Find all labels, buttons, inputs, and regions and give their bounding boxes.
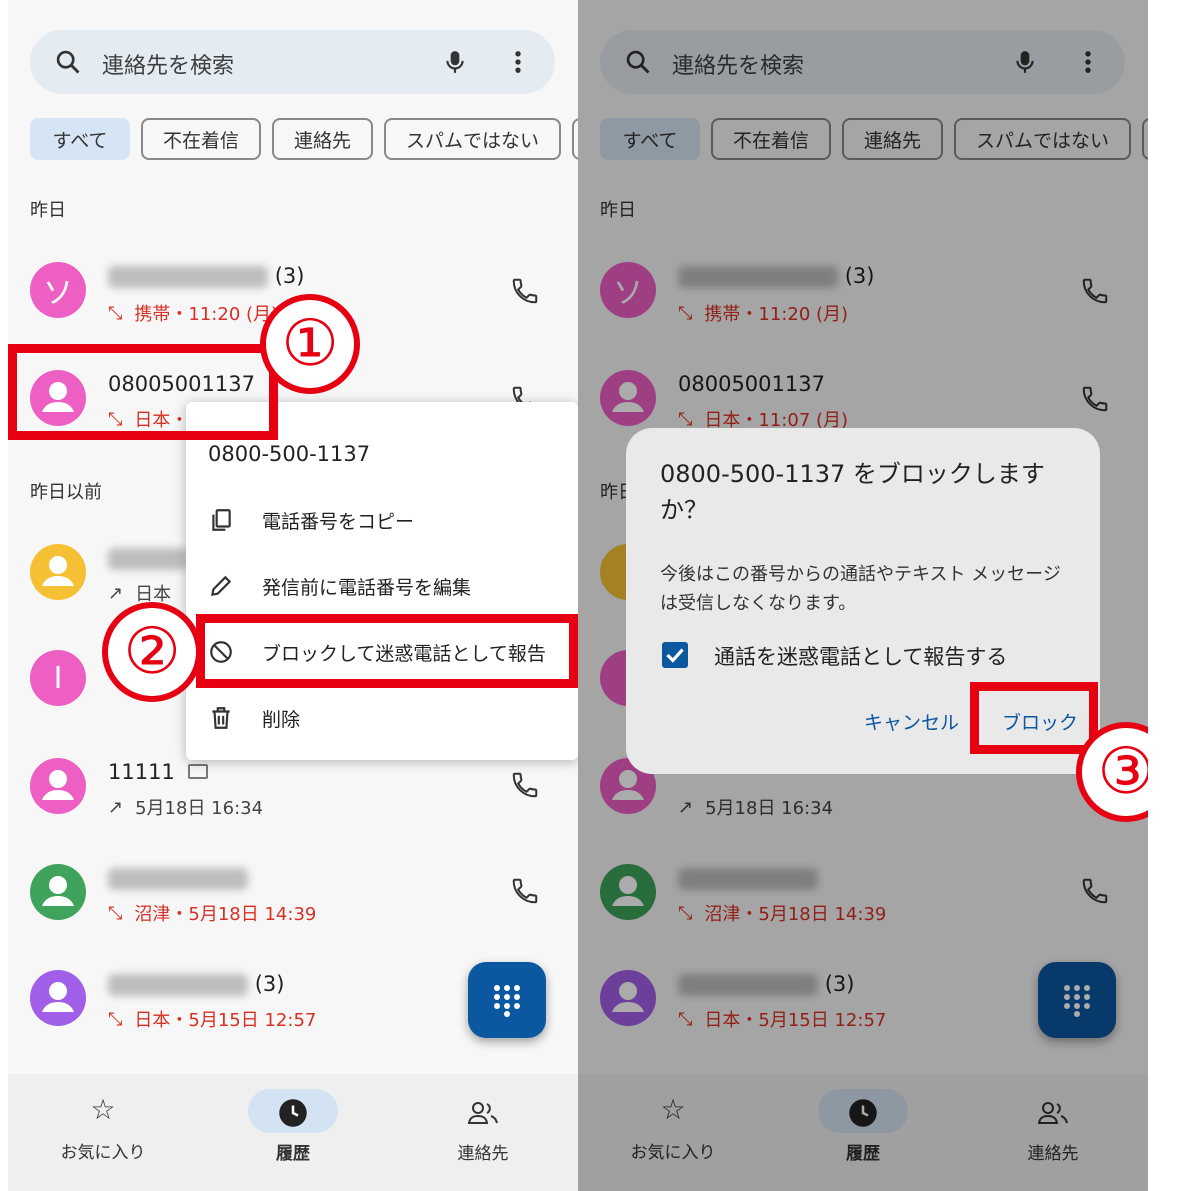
chip-all[interactable]: すべて [30,118,130,160]
nav-history[interactable]: 履歴 [213,1092,373,1164]
dialpad-icon [494,985,520,1017]
phone-screen-context-menu: 連絡先を検索 すべて 不在着信 連絡先 スパムではない 昨日 ソ (3) ⤡ 携帯… [8,0,578,1191]
search-icon [56,50,80,74]
menu-edit-number[interactable]: 発信前に電話番号を編集 [208,572,471,600]
call-sub: ⤡ 携帯・11:20 (月) [108,302,279,326]
menu-copy-number[interactable]: 電話番号をコピー [208,506,414,534]
search-placeholder: 連絡先を検索 [102,54,235,79]
phone-icon[interactable] [510,876,540,906]
contacts-icon [467,1102,498,1124]
report-spam-checkbox[interactable] [662,642,688,668]
avatar [30,970,86,1026]
section-yesterday: 昨日 [30,200,66,221]
call-title[interactable]: (3) [108,972,284,996]
check-icon [666,648,684,663]
pencil-icon [210,575,232,597]
bottom-nav: ☆ お気に入り 履歴 連絡先 [8,1074,578,1191]
call-sub: ⤡ 沼津・5月18日 14:39 [108,902,317,926]
outgoing-call-icon: ↗ [108,582,124,604]
person-icon [42,556,74,586]
report-spam-label[interactable]: 通話を迷惑電話として報告する [714,641,1007,671]
dialpad-button[interactable] [468,962,546,1038]
phone-icon[interactable] [510,276,540,306]
person-icon [42,982,74,1012]
phone-screen-block-dialog: 連絡先を検索 すべて 不在着信 連絡先 スパムではない 昨日 ソ (3) ⤡ 携帯… [578,0,1148,1191]
highlight-call-row [8,344,278,440]
nav-favorites[interactable]: ☆ お気に入り [23,1092,183,1163]
search-bar[interactable]: 連絡先を検索 [30,30,555,94]
cancel-button[interactable]: キャンセル [864,708,959,735]
avatar [30,544,86,600]
avatar: ソ [30,262,86,318]
avatar: I [30,650,86,706]
menu-delete[interactable]: 削除 [208,704,300,732]
star-icon: ☆ [90,1093,116,1126]
hd-icon [187,764,208,779]
highlight-block-button [970,682,1098,754]
missed-call-icon: ⤡ [108,902,123,924]
trash-icon [212,707,230,729]
microphone-icon[interactable] [442,48,468,76]
chip-contacts[interactable]: 連絡先 [272,118,373,160]
call-sub: ⤡ 日本・5月15日 12:57 [108,1008,317,1032]
menu-phone-number: 0800-500-1137 [208,442,371,466]
chip-missed[interactable]: 不在着信 [141,118,261,160]
step-marker-2: ② [102,602,202,702]
step-marker-1: ① [260,294,360,394]
context-menu: 0800-500-1137 電話番号をコピー 発信前に電話番号を編集 ブロックし… [186,402,578,760]
phone-icon[interactable] [510,770,540,800]
call-sub: ↗ 5月18日 16:34 [108,796,264,820]
person-icon [42,770,74,800]
nav-contacts[interactable]: 連絡先 [403,1092,563,1164]
call-title[interactable] [108,866,248,890]
more-vert-icon[interactable] [508,48,528,76]
highlight-block-menu-item [196,614,578,688]
call-title[interactable] [108,546,188,570]
outgoing-call-icon: ↗ [108,796,124,818]
call-title[interactable]: 11111 [108,760,208,784]
missed-call-icon: ⤡ [108,302,123,324]
dialog-body: 今後はこの番号からの通話やテキスト メッセージは受信しなくなります。 [660,564,1061,614]
copy-icon [212,509,231,531]
avatar [30,758,86,814]
person-icon [42,876,74,906]
section-earlier: 昨日以前 [30,482,102,503]
avatar [30,864,86,920]
dialog-title: 0800-500-1137 をブロックしますか？ [660,460,1045,524]
clock-icon [279,1099,307,1127]
missed-call-icon: ⤡ [108,1008,123,1030]
call-title[interactable]: (3) [108,264,304,288]
chip-not-spam[interactable]: スパムではない [384,118,561,160]
